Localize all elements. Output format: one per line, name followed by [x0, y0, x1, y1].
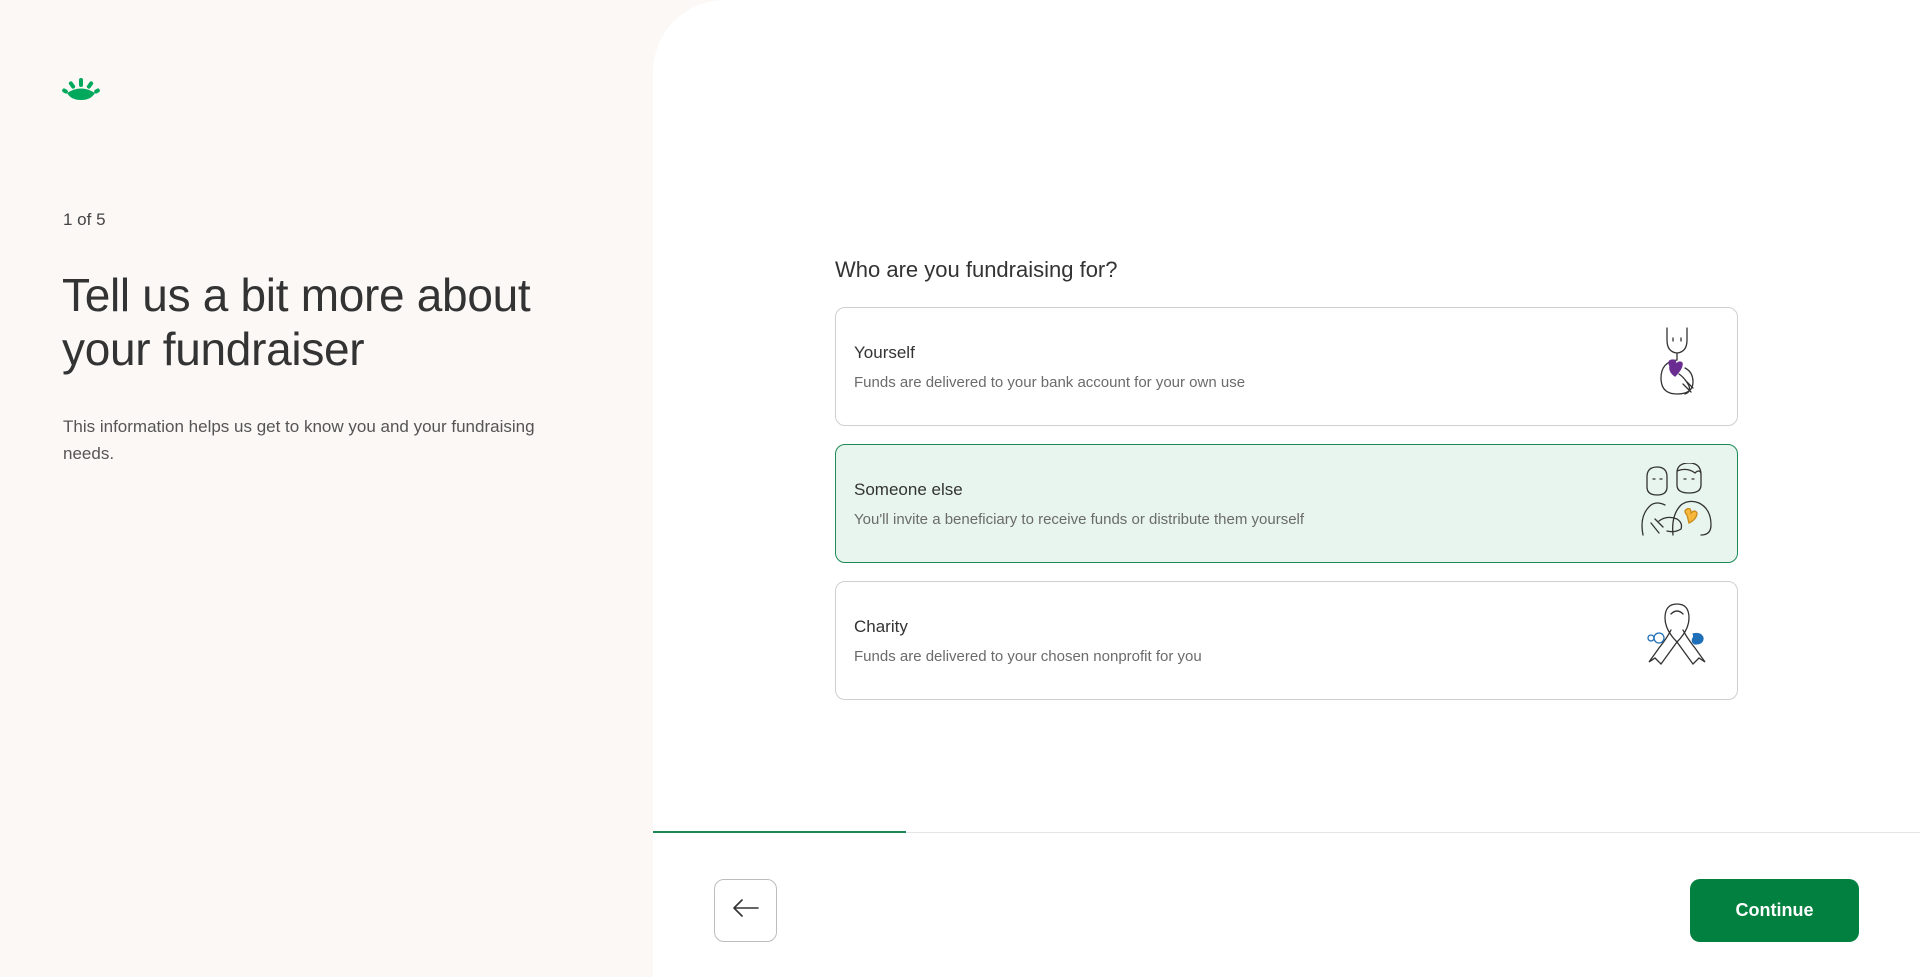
left-panel: 1 of 5 Tell us a bit more about your fun… — [0, 0, 653, 977]
sprout-logo-icon[interactable] — [62, 78, 100, 102]
option-description: Funds are delivered to your bank account… — [854, 374, 1246, 391]
two-people-illustration-icon — [1637, 462, 1717, 543]
option-title: Yourself — [854, 343, 915, 362]
option-description: Funds are delivered to your chosen nonpr… — [854, 648, 1202, 665]
question-heading: Who are you fundraising for? — [835, 257, 1118, 282]
continue-button[interactable]: Continue — [1690, 879, 1859, 942]
awareness-ribbon-illustration-icon — [1637, 600, 1717, 680]
page-description: This information helps us get to know yo… — [63, 417, 535, 463]
option-someone-else[interactable]: Someone else You'll invite a beneficiary… — [835, 444, 1738, 563]
option-description: You'll invite a beneficiary to receive f… — [854, 511, 1305, 528]
back-button[interactable] — [714, 879, 777, 942]
option-title: Charity — [854, 617, 908, 636]
step-indicator: 1 of 5 — [63, 210, 106, 229]
page-title: Tell us a bit more about your fundraiser — [62, 269, 531, 375]
right-panel: Who are you fundraising for? Yourself Fu… — [653, 0, 1920, 977]
option-charity[interactable]: Charity Funds are delivered to your chos… — [835, 581, 1738, 700]
arrow-left-icon — [732, 899, 760, 922]
option-title: Someone else — [854, 480, 963, 499]
progress-fill — [653, 831, 907, 833]
option-yourself[interactable]: Yourself Funds are delivered to your ban… — [835, 307, 1738, 426]
person-with-heart-illustration-icon — [1637, 326, 1717, 406]
